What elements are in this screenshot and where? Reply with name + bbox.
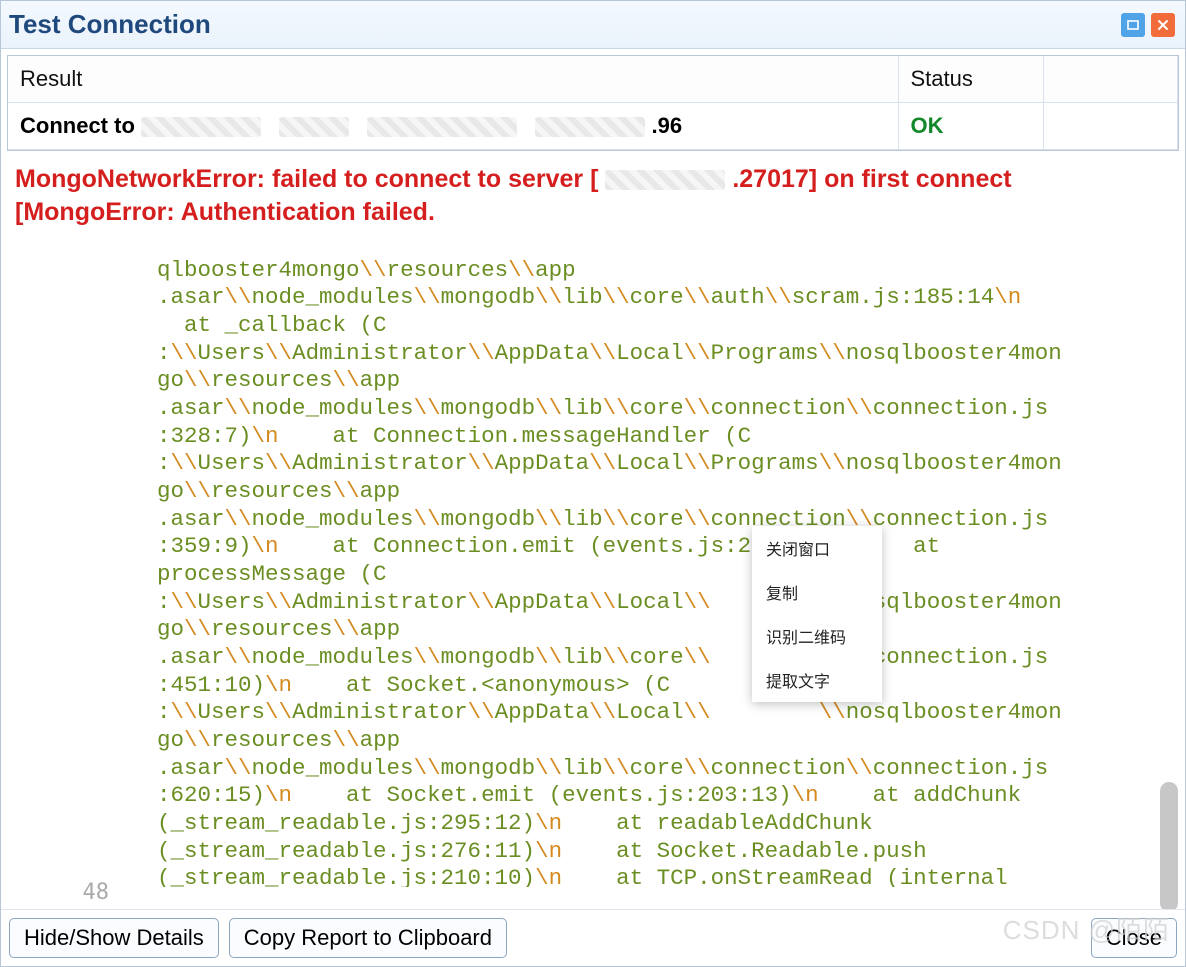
col-result-header[interactable]: Result [8, 56, 898, 103]
ctx-close-window[interactable]: 关闭窗口 [752, 526, 882, 570]
dialog-footer: Hide/Show Details Copy Report to Clipboa… [1, 909, 1185, 966]
redacted-server [605, 170, 725, 190]
close-button[interactable]: Close [1091, 918, 1177, 958]
gutter-line-number: 48 [83, 880, 110, 905]
titlebar: Test Connection [1, 1, 1185, 49]
error-line2: [MongoError: Authentication failed. [15, 198, 435, 226]
error-line1b: .27017] on first connect [732, 165, 1011, 193]
stack-trace-wrap: 48 qlbooster4mongo\\resources\\app .asar… [7, 232, 1179, 909]
table-header-row: Result Status [8, 56, 1178, 103]
error-headline: MongoNetworkError: failed to connect to … [7, 157, 1179, 232]
redacted-ip-1 [141, 117, 261, 137]
stack-trace[interactable]: qlbooster4mongo\\resources\\app .asar\\n… [117, 255, 1179, 887]
status-cell: OK [898, 103, 1043, 150]
context-menu: 关闭窗口 复制 识别二维码 提取文字 [752, 526, 882, 702]
test-connection-dialog: Test Connection Result Status Connect to [0, 0, 1186, 967]
scrollbar-thumb[interactable] [1160, 782, 1178, 909]
result-cell: Connect to .96 [8, 103, 898, 150]
col-status-header[interactable]: Status [898, 56, 1043, 103]
minimize-icon[interactable] [1121, 13, 1145, 37]
ctx-scan-qr[interactable]: 识别二维码 [752, 614, 882, 658]
table-row[interactable]: Connect to .96 OK [8, 103, 1178, 150]
close-icon[interactable] [1151, 13, 1175, 37]
ctx-copy[interactable]: 复制 [752, 570, 882, 614]
error-panel: MongoNetworkError: failed to connect to … [1, 157, 1185, 909]
redacted-ip-3 [367, 117, 517, 137]
line-gutter: 48 [7, 232, 117, 909]
copy-report-button[interactable]: Copy Report to Clipboard [229, 918, 507, 958]
dialog-title: Test Connection [9, 9, 1115, 40]
extra-cell [1043, 103, 1178, 150]
ctx-extract-text[interactable]: 提取文字 [752, 658, 882, 702]
hide-show-details-button[interactable]: Hide/Show Details [9, 918, 219, 958]
redacted-ip-4 [535, 117, 645, 137]
col-extra-header[interactable] [1043, 56, 1178, 103]
result-suffix: .96 [652, 113, 683, 138]
error-line1a: MongoNetworkError: failed to connect to … [15, 165, 598, 193]
redacted-ip-2 [279, 117, 349, 137]
result-prefix: Connect to [20, 113, 141, 138]
results-table: Result Status Connect to .96 OK [7, 55, 1179, 151]
